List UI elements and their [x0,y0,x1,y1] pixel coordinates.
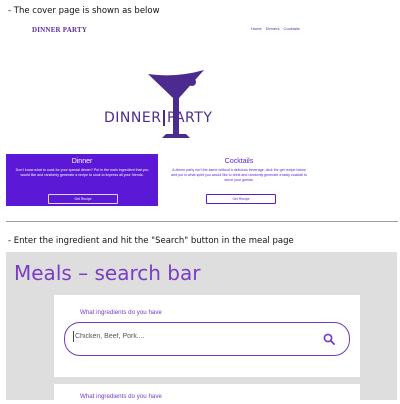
nav-dinners[interactable]: Dinners [266,26,280,31]
search-card: What ingredients do you have [54,295,360,377]
nav-cocktails[interactable]: Cocktails [283,26,299,31]
dinner-card-description: Don't know what to cook for your special… [15,168,149,177]
dinner-party-logo: DINNER PARTY [104,68,304,148]
cocktails-card: Cocktails A dinner party isn't the same … [162,154,316,206]
site-brand[interactable]: DINNER PARTY [32,26,87,34]
logo-divider [163,110,165,126]
cocktails-get-recipe-button[interactable]: Get Recipe [206,194,276,204]
meals-page: Meals – search bar What ingredients do y… [6,252,397,404]
cover-caption: - The cover page is shown as below [8,6,160,16]
dinner-get-recipe-button[interactable]: Get Recipe [48,194,118,204]
meal-caption: - Enter the ingredient and hit the "Sear… [8,236,294,246]
ingredients-label-2: What ingredients do you have [80,393,162,400]
cocktails-card-description: A dinner party isn't the same without a … [171,168,307,182]
cover-page: DINNER PARTY Home Dinners Cocktails DINN… [6,20,395,220]
cocktails-card-title: Cocktails [224,158,254,165]
search-icon[interactable] [323,333,335,345]
ingredients-search-input[interactable] [75,331,275,342]
logo-text-left: DINNER [104,110,162,126]
search-bar[interactable] [64,322,350,356]
section-divider [6,221,398,222]
nav-home[interactable]: Home [251,26,262,31]
meals-title: Meals – search bar [14,261,201,285]
ingredients-label: What ingredients do you have [80,309,162,316]
logo-text-right: PARTY [166,110,213,126]
dinner-card-title: Dinner [71,158,93,165]
text-caret [73,331,74,342]
dinner-card: Dinner Don't know what to cook for your … [6,154,158,206]
top-nav: Home Dinners Cocktails [247,26,300,31]
search-card-2: What ingredients do you have [54,384,360,404]
cocktail-glass-icon [148,70,204,138]
